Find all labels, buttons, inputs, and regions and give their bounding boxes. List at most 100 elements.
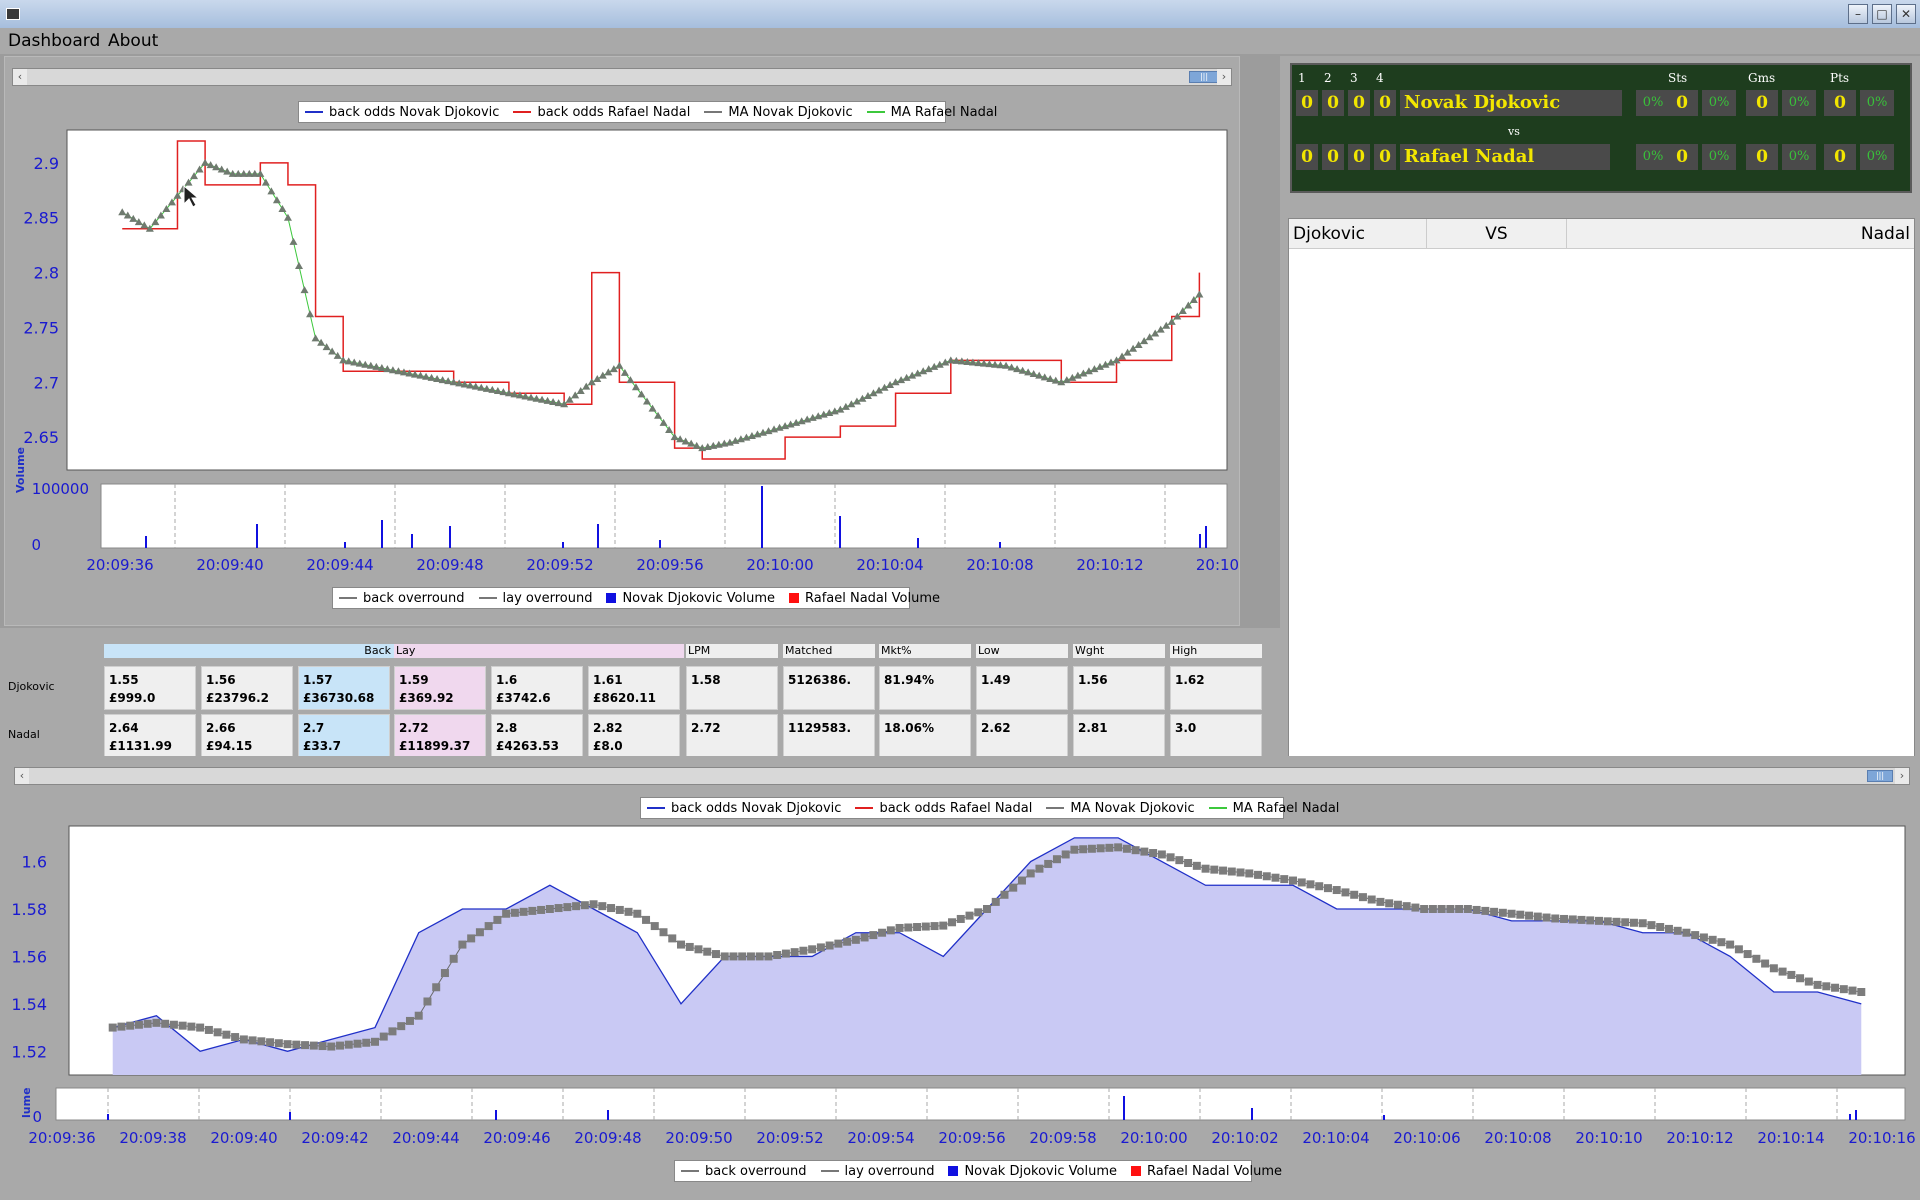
close-button[interactable]: ✕ xyxy=(1896,4,1916,24)
menubar xyxy=(0,28,1920,54)
ma-marker xyxy=(1857,988,1866,996)
ma-marker xyxy=(1507,909,1516,918)
ma-marker xyxy=(379,1032,388,1041)
circle-icon xyxy=(681,1170,699,1172)
legend-label: lay overround xyxy=(844,1163,935,1179)
ma-marker xyxy=(1201,864,1210,873)
ma-marker xyxy=(301,1041,310,1050)
ma-marker xyxy=(178,1021,187,1030)
ma-marker xyxy=(1157,850,1166,859)
x-tick-label: 20:10:00 xyxy=(746,556,813,574)
ma-marker xyxy=(659,928,668,937)
ma-marker xyxy=(1105,843,1114,852)
ma-marker xyxy=(467,934,476,943)
ma-marker xyxy=(1551,914,1560,923)
cell-odds: 1.57 xyxy=(303,673,333,687)
ma-marker xyxy=(607,904,616,913)
bot-vol-legend-item-1: lay overround xyxy=(820,1163,935,1179)
low-header: Low xyxy=(976,644,1068,658)
bot-vol-legend-item-0: back overround xyxy=(681,1164,807,1179)
ma-marker xyxy=(764,952,773,961)
ma-marker xyxy=(388,1027,397,1036)
ma-marker xyxy=(292,1040,301,1049)
back-price-cell[interactable]: 2.66 £94.15 xyxy=(201,714,293,758)
top-legend-item-1: back odds Rafael Nadal xyxy=(513,105,690,120)
cell-amount: £369.92 xyxy=(399,691,454,705)
ma-marker xyxy=(1289,876,1297,885)
set-score: 0 xyxy=(1374,90,1396,116)
lay-price-cell[interactable]: 2.82 £8.0 xyxy=(588,714,680,758)
scroll-left-icon[interactable]: ‹ xyxy=(13,69,27,85)
back-price-cell[interactable]: 2.64 £1131.99 xyxy=(104,714,196,758)
pct2-value: 0% xyxy=(1702,90,1736,116)
ma-marker xyxy=(1629,918,1638,927)
ma-marker xyxy=(161,1019,170,1028)
legend-label: Rafael Nadal Volume xyxy=(804,590,940,606)
set-score: 0 xyxy=(1374,144,1396,170)
pct3-value: 0% xyxy=(1782,144,1816,170)
box-icon xyxy=(948,1166,959,1176)
x-tick-label: 20:10:10 xyxy=(1575,1129,1642,1147)
cell-odds: 81.94% xyxy=(884,673,934,687)
top-chart-scrollbar[interactable]: ‹ ||| › xyxy=(12,68,1232,86)
back-price-cell[interactable]: 1.57 £36730.68 xyxy=(298,666,390,710)
lay-price-cell[interactable]: 1.6 £3742.6 xyxy=(491,666,583,710)
ma-marker xyxy=(475,928,484,937)
pct2-value: 0% xyxy=(1702,144,1736,170)
cell-odds: 5126386. xyxy=(788,673,852,687)
ma-marker xyxy=(1227,867,1236,876)
ma-marker xyxy=(1323,884,1332,893)
lay-price-cell[interactable]: 2.72 £11899.37 xyxy=(394,714,486,758)
scroll-left-icon[interactable]: ‹ xyxy=(15,768,29,784)
ma-marker xyxy=(650,922,659,931)
set-score: 0 xyxy=(1322,90,1344,116)
ma-marker xyxy=(563,903,572,912)
bottom-chart-scrollbar[interactable]: ‹ ||| › xyxy=(14,767,1910,785)
x-tick-label: 20:09:42 xyxy=(301,1129,368,1147)
ma-marker xyxy=(1691,931,1700,940)
menu-about[interactable]: About xyxy=(108,31,158,51)
ma-marker xyxy=(1761,959,1770,968)
box-icon xyxy=(1130,1166,1141,1176)
ma-marker xyxy=(213,1028,222,1037)
ma-marker xyxy=(1210,865,1219,874)
lay-price-cell[interactable]: 1.59 £369.92 xyxy=(394,666,486,710)
scroll-thumb[interactable]: ||| xyxy=(1867,770,1893,782)
pts-value: 0 xyxy=(1824,90,1856,116)
player-name: Novak Djokovic xyxy=(1400,90,1622,116)
ma-marker xyxy=(1026,869,1035,878)
pct4-value: 0% xyxy=(1860,90,1894,116)
y-tick-label: 1.58 xyxy=(11,900,47,919)
minimize-button[interactable]: – xyxy=(1848,4,1868,24)
cell-amount: £4263.53 xyxy=(496,739,560,753)
ma-marker xyxy=(327,1042,336,1051)
window-icon[interactable] xyxy=(6,8,20,20)
set-score: 0 xyxy=(1322,144,1344,170)
ma-marker xyxy=(405,1016,414,1025)
menu-dashboard[interactable]: Dashboard xyxy=(8,31,100,51)
scroll-thumb[interactable]: ||| xyxy=(1189,71,1219,83)
ma-marker xyxy=(152,1018,161,1027)
pts-header: Pts xyxy=(1830,71,1850,85)
pts-value: 0 xyxy=(1824,144,1856,170)
maximize-button[interactable]: □ xyxy=(1872,4,1892,24)
lay-price-cell[interactable]: 1.61 £8620.11 xyxy=(588,666,680,710)
back-price-cell[interactable]: 1.56 £23796.2 xyxy=(201,666,293,710)
cell-odds: 1.58 xyxy=(691,673,721,687)
lay-price-cell[interactable]: 2.8 £4263.53 xyxy=(491,714,583,758)
scroll-right-icon[interactable]: › xyxy=(1217,69,1231,85)
legend-label: MA Novak Djokovic xyxy=(728,104,853,120)
ma-marker xyxy=(502,909,511,918)
ma-marker xyxy=(1184,858,1193,867)
ma-marker xyxy=(825,941,834,950)
ma-marker xyxy=(1656,923,1665,932)
ma-marker xyxy=(1035,864,1044,873)
top-volume-legend: back overround lay overround Novak Djokovi… xyxy=(332,587,940,609)
x-tick-label: 20:10:04 xyxy=(856,556,923,574)
triangle-icon xyxy=(1208,807,1227,809)
ma-marker xyxy=(808,945,817,954)
back-price-cell[interactable]: 1.55 £999.0 xyxy=(104,666,196,710)
back-price-cell[interactable]: 2.7 £33.7 xyxy=(298,714,390,758)
circle-icon xyxy=(339,597,357,599)
scroll-right-icon[interactable]: › xyxy=(1895,768,1909,784)
